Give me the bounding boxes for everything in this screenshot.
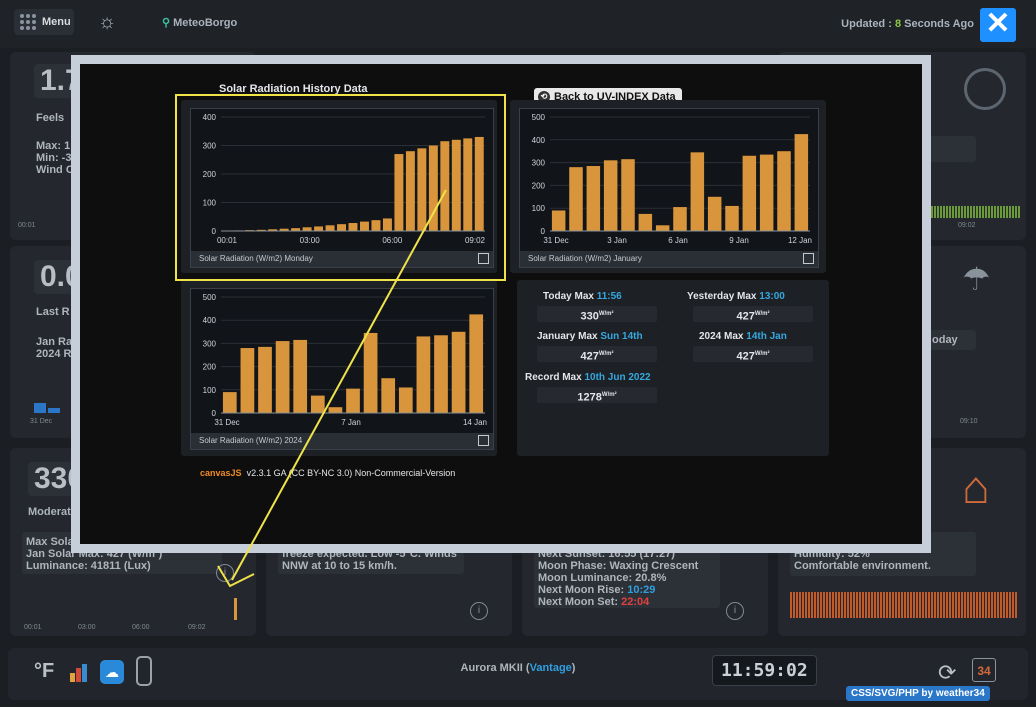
annotation-arrow xyxy=(217,189,447,588)
